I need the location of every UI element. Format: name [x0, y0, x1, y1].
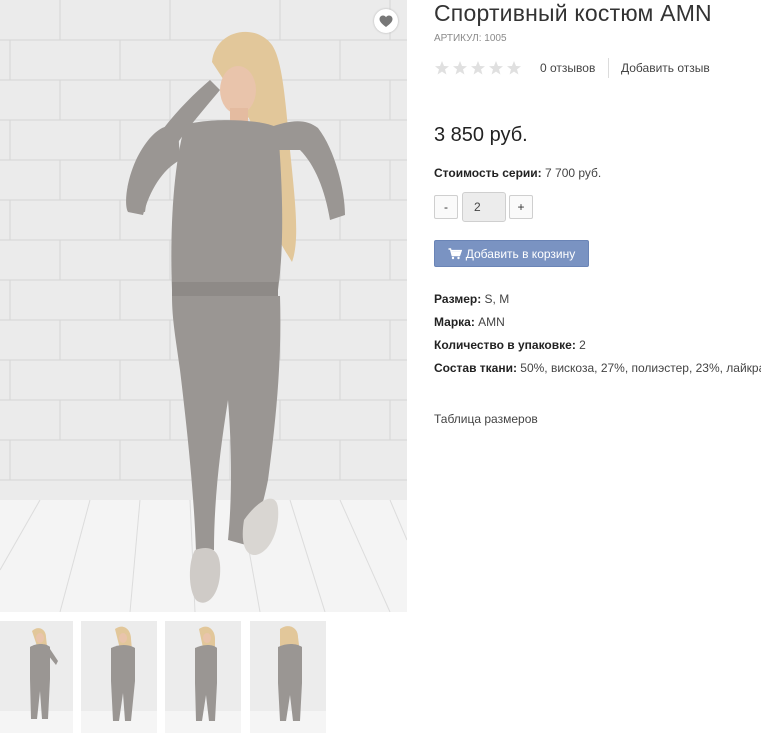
quantity-input[interactable]: [462, 192, 506, 222]
series-price-label: Стоимость серии:: [434, 166, 542, 180]
attribute-fabric: Состав ткани: 50%, вискоза, 27%, полиэст…: [434, 360, 761, 383]
favorite-button[interactable]: [374, 9, 398, 33]
thumbnail-photo: [0, 621, 73, 733]
attribute-value: S, M: [481, 292, 510, 306]
reviews-count[interactable]: 0 отзывов: [540, 61, 595, 75]
product-photo: [0, 0, 407, 612]
attribute-label: Состав ткани:: [434, 361, 517, 375]
series-price-value: 7 700 руб.: [541, 166, 602, 180]
thumbnail-photo: [81, 621, 157, 733]
attribute-label: Размер:: [434, 292, 482, 306]
product-sku: АРТИКУЛ: 1005: [434, 33, 507, 44]
attribute-label: Марка:: [434, 315, 475, 329]
attribute-value: 50%, вискоза, 27%, полиэстер, 23%, лайкр…: [516, 361, 761, 375]
attribute-brand: Марка: AMN: [434, 314, 761, 337]
size-table-link[interactable]: Таблица размеров: [434, 412, 538, 426]
add-review-link[interactable]: Добавить отзыв: [621, 61, 710, 75]
add-to-cart-label: Добавить в корзину: [465, 246, 576, 261]
star-icon[interactable]: [506, 60, 522, 76]
thumbnail[interactable]: [250, 621, 326, 733]
divider: [608, 58, 609, 78]
star-icon[interactable]: [452, 60, 468, 76]
product-price: 3 850 руб.: [434, 124, 528, 146]
thumbnail-photo: [165, 621, 241, 733]
heart-icon: [379, 15, 393, 27]
add-to-cart-button[interactable]: Добавить в корзину: [434, 240, 589, 267]
quantity-increase-button[interactable]: +: [509, 195, 533, 219]
quantity-decrease-button[interactable]: -: [434, 195, 458, 219]
attribute-label: Количество в упаковке:: [434, 338, 576, 352]
thumbnail[interactable]: [0, 621, 73, 733]
series-price: Стоимость серии: 7 700 руб.: [434, 166, 601, 180]
rating-stars[interactable]: [434, 60, 522, 76]
star-icon[interactable]: [470, 60, 486, 76]
rating-row: 0 отзывов Добавить отзыв: [434, 58, 761, 78]
thumbnail[interactable]: [81, 621, 157, 733]
star-icon[interactable]: [488, 60, 504, 76]
attribute-size: Размер: S, M: [434, 291, 761, 314]
product-attributes: Размер: S, M Марка: AMN Количество в упа…: [434, 291, 761, 383]
attribute-value: AMN: [474, 315, 505, 329]
product-title: Спортивный костюм AMN: [434, 0, 712, 26]
attribute-pack-quantity: Количество в упаковке: 2: [434, 337, 761, 360]
star-icon[interactable]: [434, 60, 450, 76]
attribute-value: 2: [575, 338, 586, 352]
product-main-image[interactable]: [0, 0, 407, 612]
thumbnail-photo: [250, 621, 326, 733]
cart-icon: [448, 247, 462, 259]
thumbnail[interactable]: [165, 621, 241, 733]
